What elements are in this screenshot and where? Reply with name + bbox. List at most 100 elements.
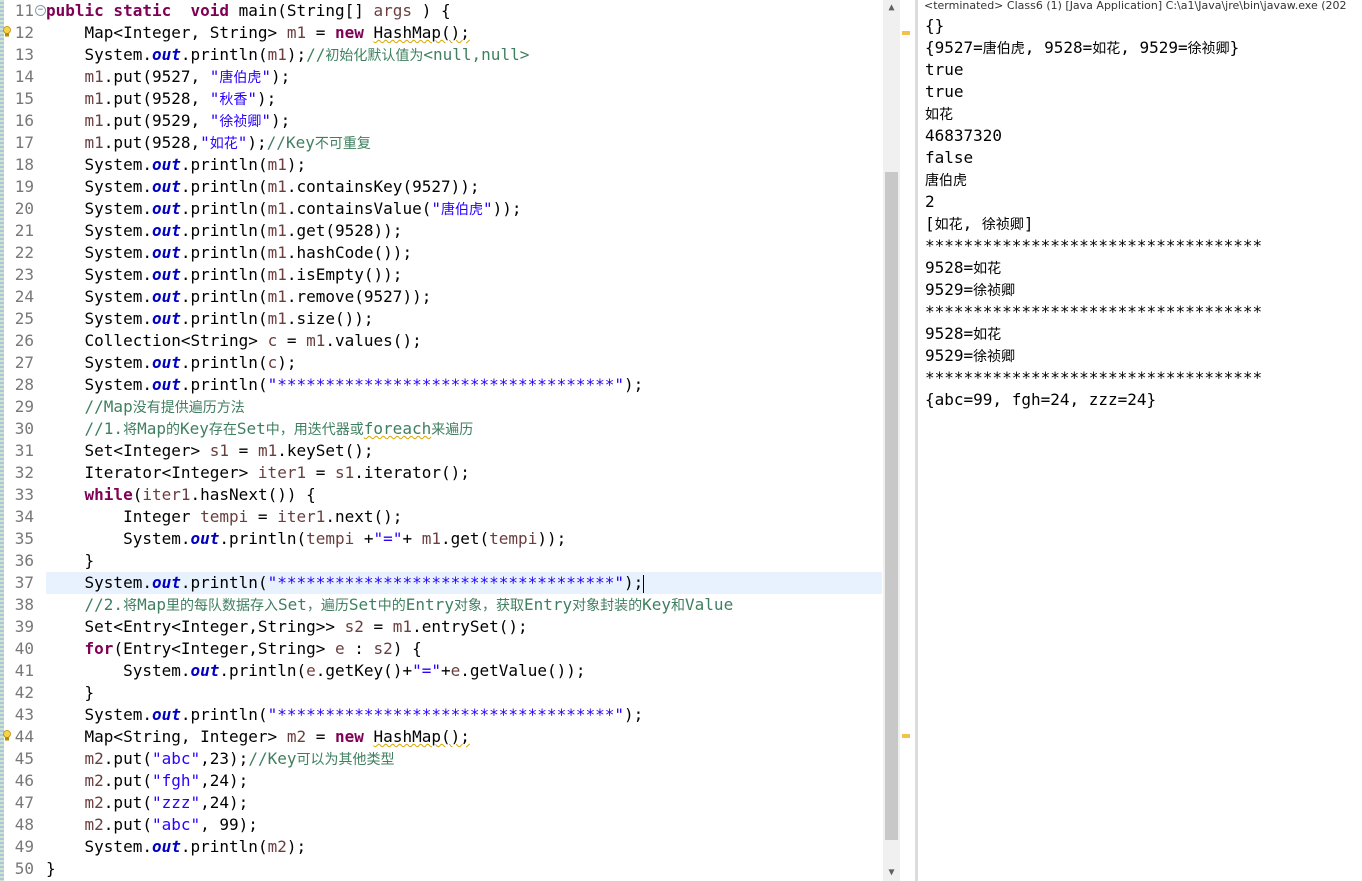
code-line[interactable]: System.out.println(m1.containsKey(9527))… bbox=[46, 176, 882, 198]
console-output-line: false bbox=[925, 148, 974, 167]
code-line[interactable]: while(iter1.hasNext()) { bbox=[46, 484, 882, 506]
code-line[interactable]: m2.put("abc",23);//Key可以为其他类型 bbox=[46, 748, 882, 770]
code-line[interactable]: System.out.println(m1.size()); bbox=[46, 308, 882, 330]
console-output-line: 唐伯虎 bbox=[925, 173, 967, 189]
console-output-line: 9528=如花 bbox=[925, 258, 1002, 277]
line-number: 27 bbox=[14, 353, 34, 372]
code-line[interactable]: m2.put("zzz",24); bbox=[46, 792, 882, 814]
line-number: 46 bbox=[14, 771, 34, 790]
console-output-line: 9529=徐祯卿 bbox=[925, 346, 1016, 365]
line-number: 11− bbox=[4, 0, 46, 22]
console-output-line: *********************************** bbox=[925, 368, 1263, 387]
line-number: 44 bbox=[2, 726, 34, 748]
code-line[interactable]: m2.put("abc", 99); bbox=[46, 814, 882, 836]
line-number: 41 bbox=[14, 661, 34, 680]
console-output-line: 46837320 bbox=[925, 126, 1003, 145]
code-line[interactable]: m1.put(9527, "唐伯虎"); bbox=[46, 66, 882, 88]
line-number: 15 bbox=[14, 89, 34, 108]
code-line[interactable]: Iterator<Integer> iter1 = s1.iterator(); bbox=[46, 462, 882, 484]
console-output-line: *********************************** bbox=[925, 236, 1263, 255]
code-line[interactable]: System.out.println(m1.isEmpty()); bbox=[46, 264, 882, 286]
code-line[interactable]: System.out.println(m1.remove(9527)); bbox=[46, 286, 882, 308]
code-line-current[interactable]: System.out.println("********************… bbox=[46, 572, 882, 594]
line-number: 35 bbox=[14, 529, 34, 548]
warning-lightbulb-icon[interactable] bbox=[2, 730, 12, 742]
code-line[interactable]: System.out.println(c); bbox=[46, 352, 882, 374]
line-number: 45 bbox=[14, 749, 34, 768]
line-number: 34 bbox=[14, 507, 34, 526]
code-line[interactable]: System.out.println("********************… bbox=[46, 704, 882, 726]
code-line[interactable]: //Map没有提供遍历方法 bbox=[46, 396, 882, 418]
code-line[interactable]: Map<String, Integer> m2 = new HashMap(); bbox=[46, 726, 882, 748]
fold-collapse-icon[interactable]: − bbox=[35, 5, 46, 16]
line-number: 30 bbox=[14, 419, 34, 438]
line-number: 12 bbox=[2, 22, 34, 44]
code-line[interactable]: System.out.println(tempi +"="+ m1.get(te… bbox=[46, 528, 882, 550]
console-view[interactable]: <terminated> Class6 (1) [Java Applicatio… bbox=[918, 0, 1362, 881]
line-number: 23 bbox=[14, 265, 34, 284]
console-output-line: true bbox=[925, 82, 964, 101]
code-line[interactable]: } bbox=[46, 858, 882, 880]
console-header: <terminated> Class6 (1) [Java Applicatio… bbox=[924, 0, 1347, 12]
line-number: 38 bbox=[14, 595, 34, 614]
line-number: 24 bbox=[14, 287, 34, 306]
code-line[interactable]: Set<Integer> s1 = m1.keySet(); bbox=[46, 440, 882, 462]
line-number: 50 bbox=[14, 859, 34, 878]
scrollbar-thumb[interactable] bbox=[885, 172, 898, 840]
console-output-line: *********************************** bbox=[925, 302, 1263, 321]
code-line[interactable]: public static void main(String[] args ) … bbox=[46, 0, 882, 22]
code-line[interactable]: m1.put(9528, "秋香"); bbox=[46, 88, 882, 110]
line-number: 36 bbox=[14, 551, 34, 570]
line-number: 32 bbox=[14, 463, 34, 482]
code-line[interactable]: m2.put("fgh",24); bbox=[46, 770, 882, 792]
code-line[interactable]: //2.将Map里的每队数据存入Set，遍历Set中的Entry对象，获取Ent… bbox=[46, 594, 882, 616]
editor-vertical-scrollbar[interactable]: ▲ ▼ bbox=[883, 0, 900, 881]
code-line[interactable]: Map<Integer, String> m1 = new HashMap(); bbox=[46, 22, 882, 44]
line-number: 22 bbox=[14, 243, 34, 262]
console-output-line: {abc=99, fgh=24, zzz=24} bbox=[925, 390, 1157, 409]
code-line[interactable]: System.out.println(m2); bbox=[46, 836, 882, 858]
code-line[interactable]: Integer tempi = iter1.next(); bbox=[46, 506, 882, 528]
console-output-line: {} bbox=[925, 16, 945, 35]
line-number: 47 bbox=[14, 793, 34, 812]
code-line[interactable]: } bbox=[46, 550, 882, 572]
code-line[interactable]: } bbox=[46, 682, 882, 704]
console-output-line: true bbox=[925, 60, 964, 79]
code-line[interactable]: Collection<String> c = m1.values(); bbox=[46, 330, 882, 352]
line-number: 28 bbox=[14, 375, 34, 394]
line-number: 13 bbox=[14, 45, 34, 64]
overview-warning-marker[interactable] bbox=[902, 31, 910, 35]
code-line[interactable]: Set<Entry<Integer,String>> s2 = m1.entry… bbox=[46, 616, 882, 638]
code-line[interactable]: for(Entry<Integer,String> e : s2) { bbox=[46, 638, 882, 660]
line-number: 31 bbox=[14, 441, 34, 460]
line-number: 18 bbox=[14, 155, 34, 174]
scroll-up-arrow-icon[interactable]: ▲ bbox=[883, 0, 900, 16]
code-line[interactable]: System.out.println(m1);//初始化默认值为<null,nu… bbox=[46, 44, 882, 66]
overview-warning-marker[interactable] bbox=[902, 734, 910, 738]
line-number: 37 bbox=[14, 573, 34, 592]
line-number: 20 bbox=[14, 199, 34, 218]
line-number: 29 bbox=[14, 397, 34, 416]
line-number: 26 bbox=[14, 331, 34, 350]
line-number: 49 bbox=[14, 837, 34, 856]
line-number: 14 bbox=[14, 67, 34, 86]
console-output-line: [如花, 徐祯卿] bbox=[925, 214, 1034, 233]
code-line[interactable]: //1.将Map的Key存在Set中，用迭代器或foreach来遍历 bbox=[46, 418, 882, 440]
line-number: 25 bbox=[14, 309, 34, 328]
line-number: 48 bbox=[14, 815, 34, 834]
code-line[interactable]: System.out.println(m1.containsValue("唐伯虎… bbox=[46, 198, 882, 220]
code-editor[interactable]: 11−12 13 14 15 16 17 18 19 20 21 22 23 24 25 26 27 28 29 3… bbox=[0, 0, 900, 881]
warning-lightbulb-icon[interactable] bbox=[2, 26, 12, 38]
code-line[interactable]: System.out.println(m1.hashCode()); bbox=[46, 242, 882, 264]
line-number: 33 bbox=[14, 485, 34, 504]
code-line[interactable]: System.out.println(e.getKey()+"="+e.getV… bbox=[46, 660, 882, 682]
line-number: 16 bbox=[14, 111, 34, 130]
line-number: 43 bbox=[14, 705, 34, 724]
console-output-line: 2 bbox=[925, 192, 935, 211]
code-line[interactable]: m1.put(9529, "徐祯卿"); bbox=[46, 110, 882, 132]
code-line[interactable]: System.out.println("********************… bbox=[46, 374, 882, 396]
code-line[interactable]: System.out.println(m1); bbox=[46, 154, 882, 176]
scroll-down-arrow-icon[interactable]: ▼ bbox=[883, 865, 900, 881]
code-line[interactable]: System.out.println(m1.get(9528)); bbox=[46, 220, 882, 242]
code-line[interactable]: m1.put(9528,"如花");//Key不可重复 bbox=[46, 132, 882, 154]
